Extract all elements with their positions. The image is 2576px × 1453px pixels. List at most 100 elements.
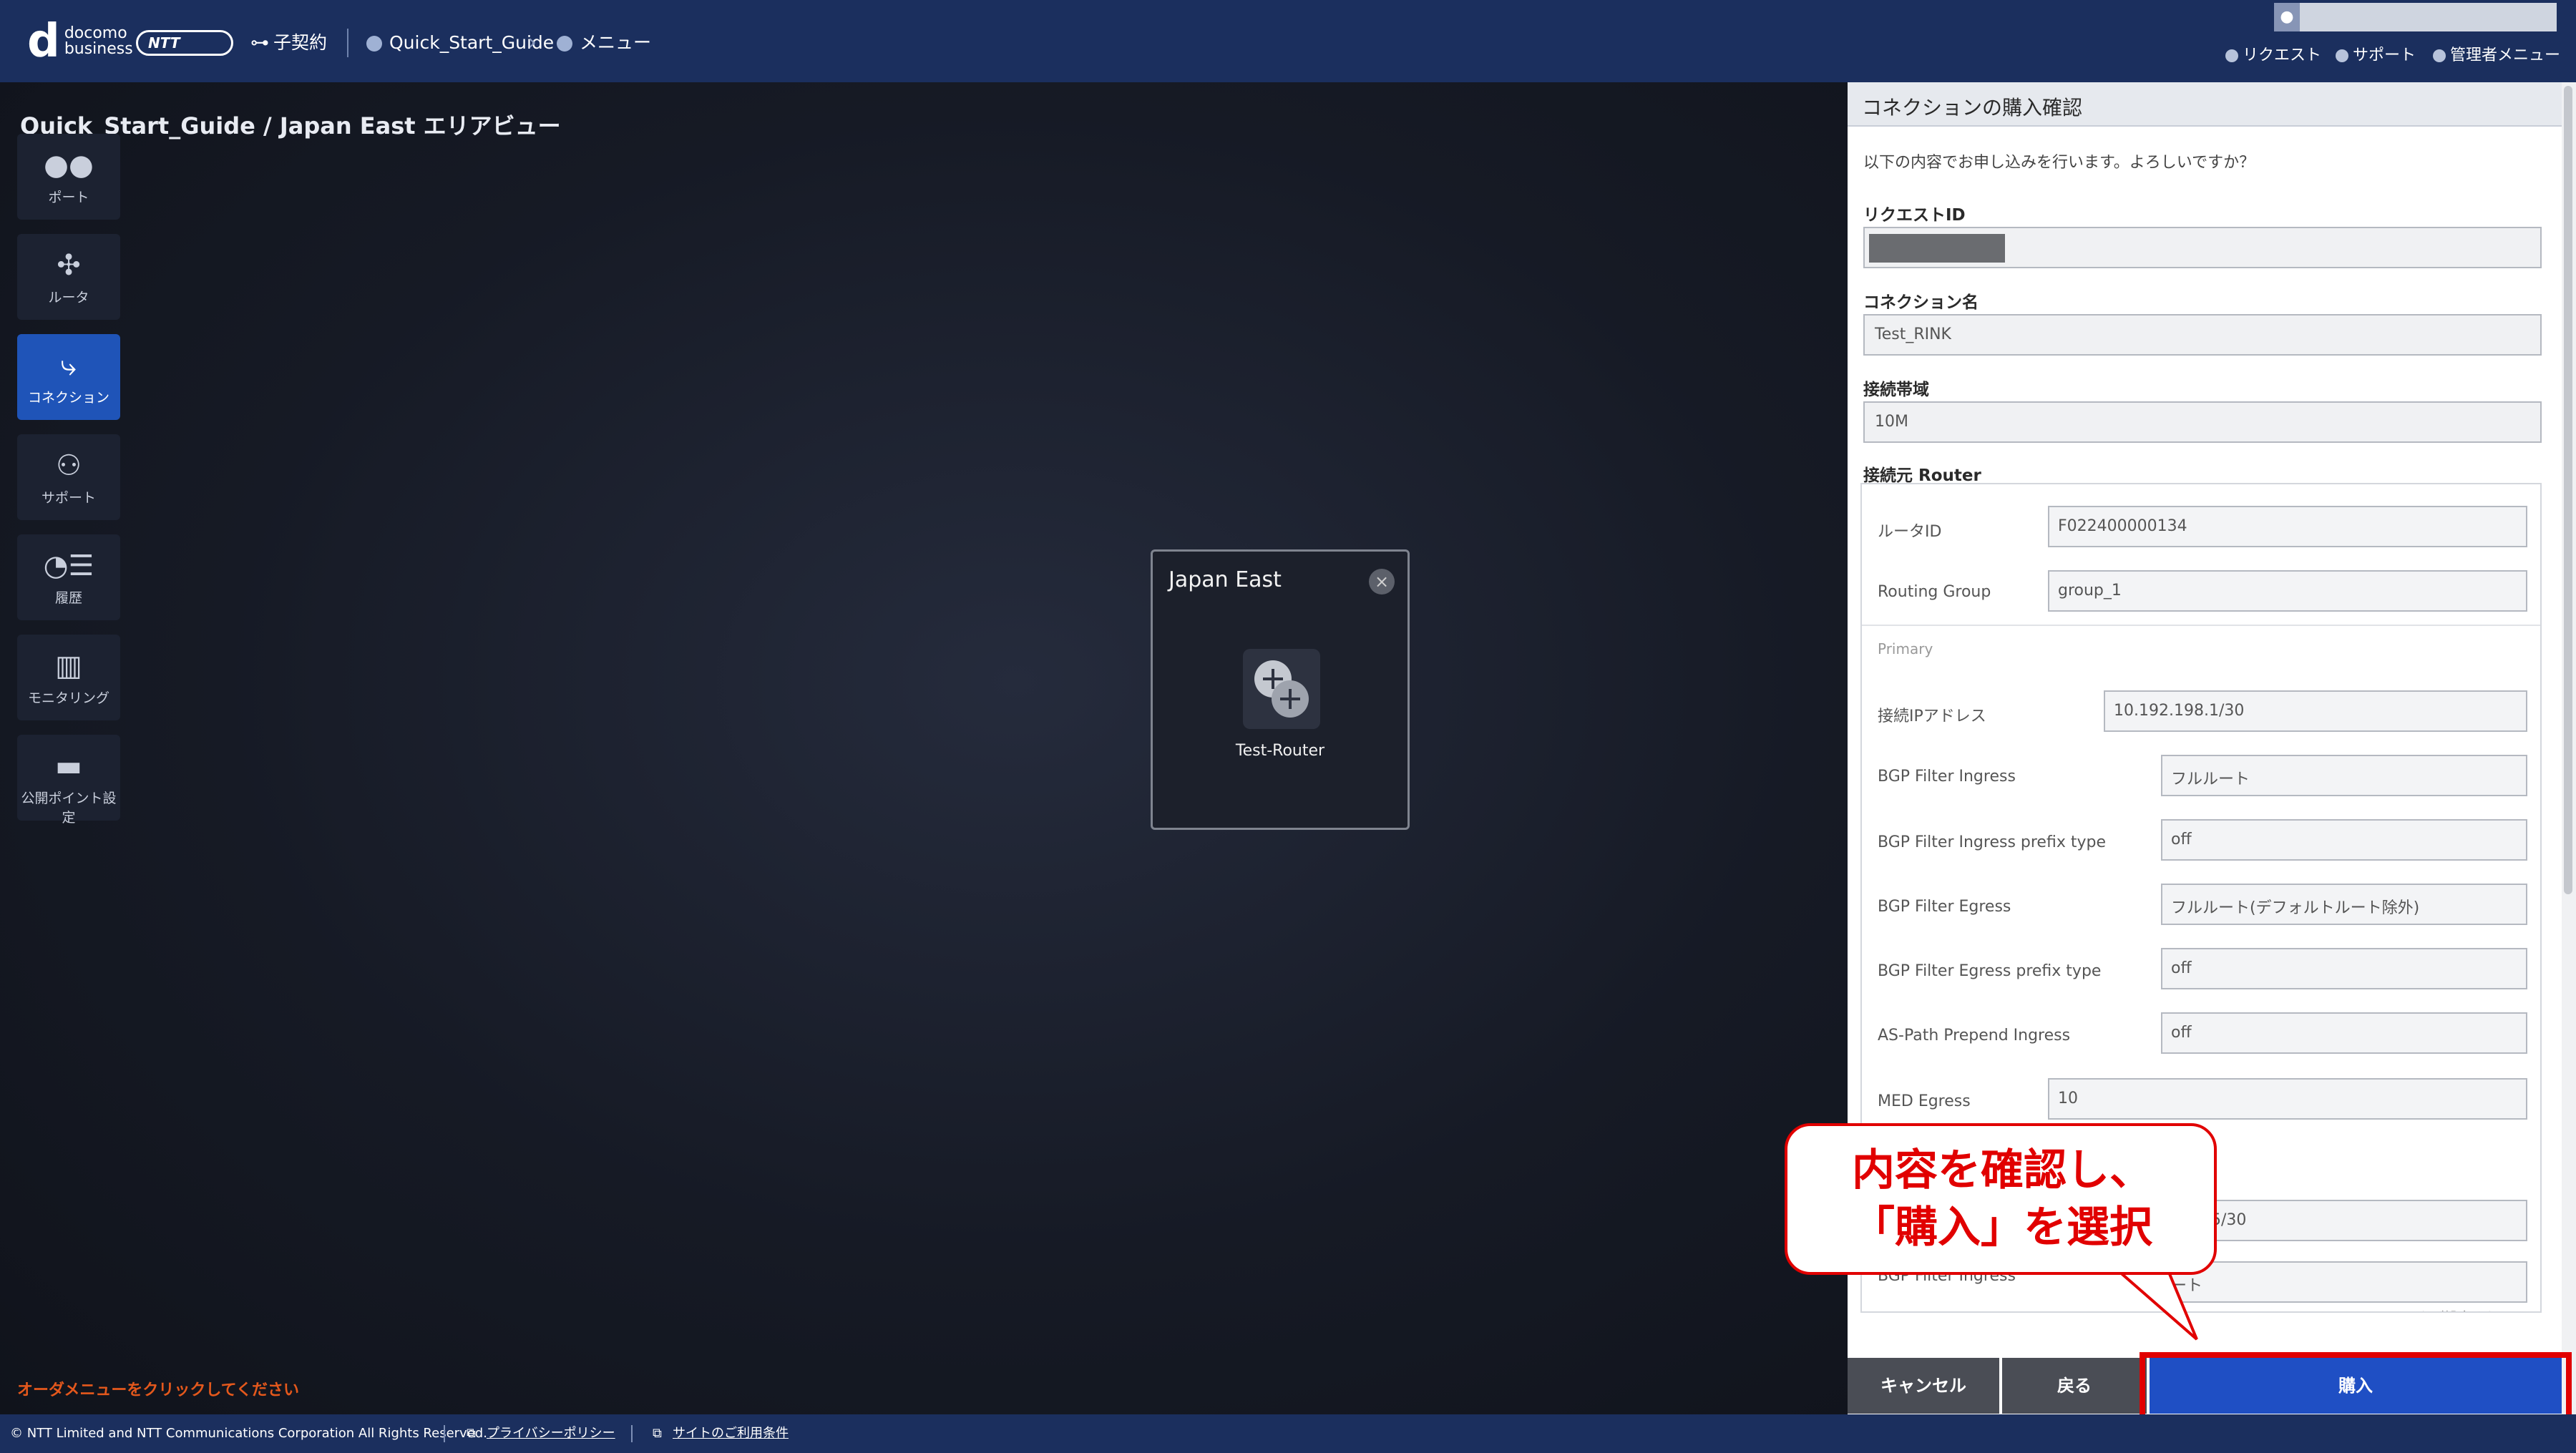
as-path-field: off [2161,1012,2527,1054]
bgp-ingress-prefix-label: BGP Filter Ingress prefix type [1878,833,2106,851]
sidebar-item-label: 公開ポイント設定 [21,791,117,826]
area-card-japan-east[interactable]: Japan East × Test-Router [1151,549,1410,830]
footer: © NTT Limited and NTT Communications Cor… [0,1414,2576,1453]
callout-tail [2118,1271,2198,1341]
panel-scroll-thumb[interactable] [2564,86,2572,894]
bandwidth-label: 接続帯域 [1863,381,1929,399]
sidebar-item-label: ポート [48,190,89,205]
bgp-ingress-prefix-field: off [2161,819,2527,861]
admin-label: 管理者メニュー [2450,47,2561,64]
top-header: d docomo business NTT ⊶ 子契約 Quick_Start_G… [0,0,2576,82]
close-icon[interactable]: × [1369,569,1395,595]
router-id-field: F022400000134 [2048,506,2527,547]
bgp-egress-field: フルルート(デフォルトルート除外) [2161,884,2527,925]
group-divider [1862,625,2540,626]
request-label: リクエスト [2243,47,2322,64]
callout-line-1: 内容を確認し、 [1852,1145,2152,1195]
admin-menu[interactable]: 管理者メニュー [2433,43,2560,69]
source-router-label: 接続元 Router [1863,466,1981,485]
request-menu[interactable]: リクエスト [2225,43,2321,69]
order-menu-hint: オーダメニューをクリックしてください [17,1381,300,1399]
router-icon: ✣ [57,249,81,282]
sidebar-item-router[interactable]: ✣ ルータ [17,234,120,320]
routing-group-label: Routing Group [1878,583,1991,601]
external-link-icon: ⧉ [653,1426,662,1441]
panel-header: コネクションの購入確認 [1848,82,2563,127]
sidebar-item-public-point[interactable]: ▬ 公開ポイント設定 [17,735,120,826]
monitoring-icon: ▥ [55,650,82,683]
support-menu[interactable]: サポート [2336,43,2416,69]
ip-address-field: 10.192.198.1/30 [2104,690,2527,732]
menu-icon [557,36,572,52]
footer-divider [444,1425,445,1442]
external-link-icon: ⧉ [467,1426,476,1441]
bgp-egress-prefix-field: off [2161,948,2527,989]
callout-line-2: 「購入」を選択 [1852,1203,2152,1253]
router-id-label: ルータID [1878,523,1942,541]
contract-label: 子契約 [273,32,328,53]
cancel-button[interactable]: キャンセル [1848,1358,1999,1414]
public-point-icon: ▬ [55,750,82,783]
sidebar-item-connection[interactable]: ⤷ コネクション [17,334,120,420]
help-icon [2336,49,2348,62]
history-icon: ◔☰ [43,549,94,582]
sidebar-item-label: 履歴 [54,590,82,606]
routing-group-field: group_1 [2048,570,2527,612]
connection-icon: ⤷ [60,349,77,382]
sidebar-item-label: サポート [41,490,96,506]
gear-icon [2433,49,2446,62]
area-view-canvas[interactable]: Quick_Start_Guide / Japan East エリアビュー ●●… [0,82,1848,1414]
back-button[interactable]: 戻る [2002,1358,2147,1414]
terms-link[interactable]: サイトのご利用条件 [673,1414,789,1453]
panel-intro: 以下の内容でお申し込みを行います。よろしいですか？ [1863,154,2255,172]
logo-mark: d [27,15,60,68]
breadcrumb-chevron-icon: › [528,30,537,55]
user-account-box[interactable] [2274,3,2557,31]
secondary-filter-note: Primaryのフィルタが設定されます [2311,1307,2526,1311]
bandwidth-field: 10M [1863,401,2542,443]
connection-name-field: Test_RINK [1863,314,2542,356]
breadcrumb-item-quick-start[interactable]: Quick_Start_Guide [366,29,554,57]
med-egress-field: 10 [2048,1078,2527,1120]
sidebar-item-history[interactable]: ◔☰ 履歴 [17,534,120,620]
ip-address-label: 接続IPアドレス [1878,708,1986,725]
support-icon: ⚇ [56,449,82,482]
header-divider [347,29,348,57]
primary-label: Primary [1878,640,1933,657]
sidebar-item-label: モニタリング [27,690,109,706]
footer-divider [631,1425,633,1442]
bgp-ingress-label: BGP Filter Ingress [1878,768,2016,786]
project-icon [366,36,382,52]
request-id-field [1863,227,2542,268]
sidebar-item-port[interactable]: ●● ポート [17,134,120,220]
as-path-label: AS-Path Prepend Ingress [1878,1027,2071,1045]
breadcrumb-label: メニュー [580,32,652,53]
bgp-ingress-field: フルルート [2161,755,2527,796]
ntt-communications-logo: NTT [136,30,233,56]
request-id-label: リクエストID [1863,206,1966,225]
privacy-policy-link[interactable]: プライバシーポリシー [487,1414,615,1453]
user-icon: ● [2274,3,2300,31]
redacted-mask [1869,234,2005,263]
logo-text: docomo business [64,24,133,58]
area-title: Japan East [1169,567,1282,592]
secondary-bgp-ingress-field: ート [2161,1261,2527,1303]
router-glyph-icon [1254,660,1309,718]
bgp-egress-prefix-label: BGP Filter Egress prefix type [1878,962,2102,980]
support-label: サポート [2353,47,2416,64]
sidebar-item-monitoring[interactable]: ▥ モニタリング [17,635,120,720]
port-icon: ●● [44,149,94,182]
contract-link[interactable]: ⊶ 子契約 [250,29,327,57]
bgp-egress-label: BGP Filter Egress [1878,898,2011,916]
med-egress-label: MED Egress [1878,1092,1971,1110]
breadcrumb-item-menu[interactable]: メニュー [557,29,651,57]
sidebar-item-label: ルータ [48,290,89,305]
sidebar-item-label: コネクション [27,390,109,406]
hierarchy-icon: ⊶ [250,32,269,54]
docomo-business-logo[interactable]: d docomo business [27,15,133,68]
panel-title: コネクションの購入確認 [1862,96,2083,119]
copyright-text: © NTT Limited and NTT Communications Cor… [10,1426,487,1441]
connection-name-label: コネクション名 [1863,293,1979,312]
sidebar-item-support[interactable]: ⚇ サポート [17,434,120,520]
router-node-icon[interactable] [1243,649,1320,729]
